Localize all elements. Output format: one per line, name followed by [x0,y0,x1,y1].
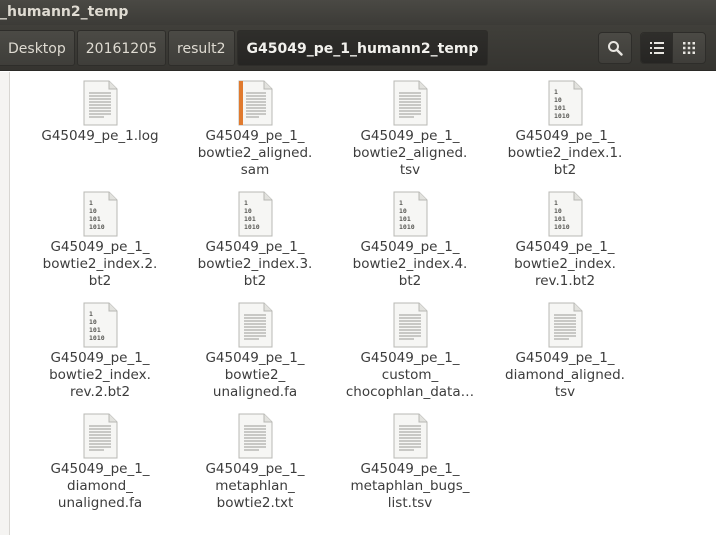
file-item[interactable]: 1 10 101 1010 G45049_pe_1_ bowtie2_index… [490,191,640,290]
file-item[interactable]: G45049_pe_1_ custom_ chocophlan_data… [335,302,485,401]
binary-glyph-line: 1010 [89,223,105,231]
binary-file-icon: 1 10 101 1010 [83,302,118,348]
binary-file-icon: 1 10 101 1010 [238,191,273,237]
file-item[interactable]: G45049_pe_1_ bowtie2_ unaligned.fa [180,302,330,401]
binary-glyph-line: 1 [89,199,93,207]
file-label: G45049_pe_1_ diamond_aligned. tsv [505,350,625,400]
text-file-icon [393,80,428,126]
binary-glyph-line: 1010 [399,223,415,231]
list-view-button[interactable] [641,33,674,63]
binary-glyph-line: 101 [554,104,566,112]
binary-glyph-line: 10 [89,318,97,326]
file-label: G45049_pe_1_ bowtie2_index.3. bt2 [197,239,313,289]
toolbar: Desktop 20161205 result2 G45049_pe_1_hum… [0,25,716,71]
binary-glyph-line: 1010 [89,334,105,342]
file-item[interactable]: 1 10 101 1010 G45049_pe_1_ bowtie2_index… [25,302,175,401]
file-item[interactable]: G45049_pe_1_ metaphlan_ bowtie2.txt [180,413,330,512]
search-button[interactable] [598,32,632,64]
breadcrumb-20161205[interactable]: 20161205 [76,30,167,66]
text-file-icon [83,80,118,126]
binary-glyph-line: 101 [89,326,101,334]
file-item[interactable]: G45049_pe_1_ diamond_aligned. tsv [490,302,640,401]
text-file-icon [83,413,118,459]
file-label: G45049_pe_1_ bowtie2_index.1. bt2 [507,128,623,178]
grid-view-icon [683,42,695,54]
file-item[interactable]: 1 10 101 1010 G45049_pe_1_ bowtie2_index… [25,191,175,290]
binary-file-icon: 1 10 101 1010 [83,191,118,237]
breadcrumb-current-folder[interactable]: G45049_pe_1_humann2_temp [236,30,489,66]
breadcrumb-result2[interactable]: result2 [168,30,235,66]
binary-glyph-line: 1 [554,88,558,96]
search-icon [608,41,623,56]
sam-file-icon [238,80,273,126]
binary-glyph-line: 101 [244,215,256,223]
file-item[interactable]: G45049_pe_1_ metaphlan_bugs_ list.tsv [335,413,485,512]
file-label: G45049_pe_1_ bowtie2_index.2. bt2 [42,239,158,289]
file-label: G45049_pe_1_ metaphlan_ bowtie2.txt [205,461,305,511]
binary-glyph-line: 1010 [244,223,260,231]
binary-glyph-line: 101 [89,215,101,223]
binary-glyph-line: 10 [554,96,562,104]
binary-glyph-line: 101 [399,215,411,223]
file-item[interactable]: 1 10 101 1010 G45049_pe_1_ bowtie2_index… [180,191,330,290]
text-file-icon [238,413,273,459]
file-item[interactable]: G45049_pe_1_ bowtie2_aligned. sam [180,80,330,179]
text-file-icon [393,413,428,459]
binary-glyph-line: 1 [89,310,93,318]
view-mode-toggle [640,32,706,64]
binary-glyph-line: 1010 [554,112,570,120]
text-file-icon [238,302,273,348]
list-view-icon [649,42,664,54]
grid-view-button[interactable] [673,33,705,63]
file-item[interactable]: 1 10 101 1010 G45049_pe_1_ bowtie2_index… [335,191,485,290]
file-label: G45049_pe_1_ metaphlan_bugs_ list.tsv [350,461,470,511]
file-item[interactable]: 1 10 101 1010 G45049_pe_1_ bowtie2_index… [490,80,640,179]
file-item[interactable]: G45049_pe_1_ diamond_ unaligned.fa [25,413,175,512]
file-label: G45049_pe_1.log [41,128,159,144]
file-item[interactable]: G45049_pe_1.log [25,80,175,145]
binary-glyph-line: 10 [244,207,252,215]
file-label: G45049_pe_1_ bowtie2_aligned. sam [197,128,313,178]
binary-glyph-line: 1 [554,199,558,207]
binary-file-icon: 1 10 101 1010 [548,80,583,126]
binary-file-icon: 1 10 101 1010 [393,191,428,237]
file-label: G45049_pe_1_ bowtie2_aligned. tsv [352,128,468,178]
binary-glyph-line: 10 [399,207,407,215]
binary-glyph-line: 10 [554,207,562,215]
file-label: G45049_pe_1_ bowtie2_index.4. bt2 [352,239,468,289]
text-file-icon [548,302,583,348]
binary-glyph-line: 10 [89,207,97,215]
binary-glyph-line: 101 [554,215,566,223]
window-title-bar: _humann2_temp [0,0,716,25]
breadcrumb-desktop[interactable]: Desktop [0,30,75,66]
binary-glyph-line: 1010 [554,223,570,231]
window-title: _humann2_temp [0,4,129,20]
binary-glyph-line: 1 [244,199,248,207]
binary-file-icon: 1 10 101 1010 [548,191,583,237]
sidebar-edge [0,72,10,535]
file-label: G45049_pe_1_ bowtie2_index. rev.1.bt2 [514,239,616,289]
file-label: G45049_pe_1_ bowtie2_index. rev.2.bt2 [49,350,151,400]
file-item[interactable]: G45049_pe_1_ bowtie2_aligned. tsv [335,80,485,179]
file-label: G45049_pe_1_ custom_ chocophlan_data… [345,350,475,400]
binary-glyph-line: 1 [399,199,403,207]
file-label: G45049_pe_1_ diamond_ unaligned.fa [50,461,150,511]
breadcrumb: Desktop 20161205 result2 G45049_pe_1_hum… [0,30,490,66]
file-label: G45049_pe_1_ bowtie2_ unaligned.fa [205,350,305,400]
text-file-icon [393,302,428,348]
